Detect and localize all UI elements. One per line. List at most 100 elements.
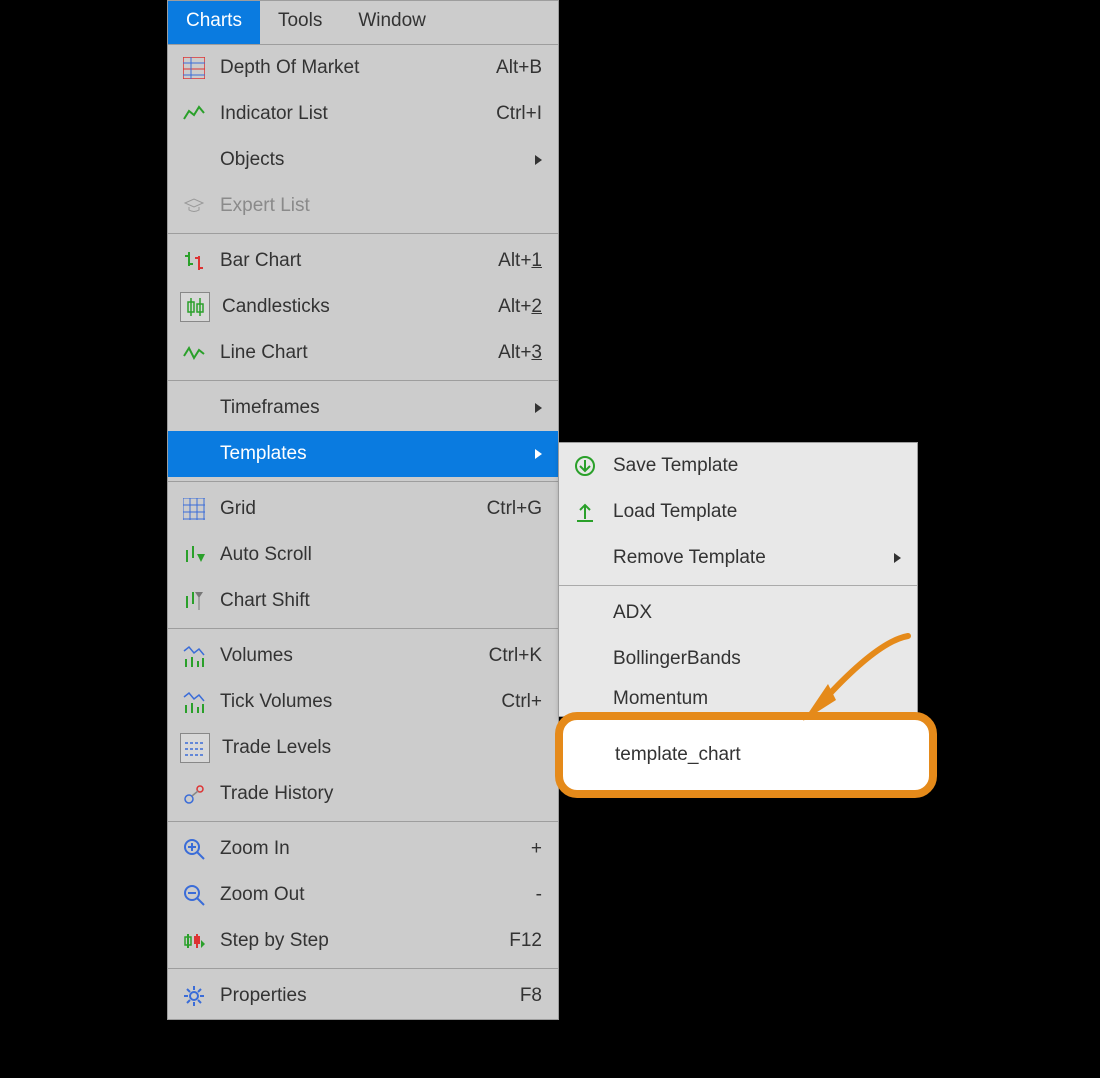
- gear-icon: [180, 982, 208, 1010]
- submenu-label: BollingerBands: [613, 648, 901, 670]
- menu-candlesticks[interactable]: Candlesticks Alt+2: [168, 284, 558, 330]
- menu-label: Timeframes: [220, 397, 527, 419]
- menu-shortcut: -: [536, 884, 542, 906]
- menu-label: Trade Levels: [222, 737, 542, 759]
- menu-label: Chart Shift: [220, 590, 542, 612]
- chart-shift-icon: [180, 587, 208, 615]
- step-by-step-icon: [180, 927, 208, 955]
- menu-label: Expert List: [220, 195, 542, 217]
- save-template-icon: [571, 452, 599, 480]
- submenu-load-template[interactable]: Load Template: [559, 489, 917, 535]
- zoom-in-icon: [180, 835, 208, 863]
- menu-chart-shift[interactable]: Chart Shift: [168, 578, 558, 624]
- menu-timeframes[interactable]: Timeframes: [168, 385, 558, 431]
- submenu-arrow-icon: [535, 403, 542, 413]
- menu-separator: [168, 233, 558, 234]
- volumes-icon: [180, 642, 208, 670]
- menu-label: Tick Volumes: [220, 691, 493, 713]
- spacer-icon: [180, 146, 208, 174]
- menu-label: Line Chart: [220, 342, 490, 364]
- expert-list-icon: [180, 192, 208, 220]
- menu-label: Candlesticks: [222, 296, 490, 318]
- menu-label: Grid: [220, 498, 479, 520]
- menu-shortcut: Ctrl+G: [487, 498, 542, 520]
- menu-shortcut: Ctrl+I: [496, 103, 542, 125]
- menu-shortcut: Ctrl+K: [489, 645, 542, 667]
- submenu-template-bollinger[interactable]: BollingerBands: [559, 636, 917, 682]
- charts-dropdown: Depth Of Market Alt+B Indicator List Ctr…: [167, 44, 559, 1020]
- depth-of-market-icon: [180, 54, 208, 82]
- submenu-arrow-icon: [535, 155, 542, 165]
- submenu-label: Load Template: [613, 501, 901, 523]
- submenu-arrow-icon: [894, 553, 901, 563]
- submenu-arrow-icon: [535, 449, 542, 459]
- submenu-template-adx[interactable]: ADX: [559, 590, 917, 636]
- menu-shortcut: Alt+1: [498, 250, 542, 272]
- menu-trade-levels[interactable]: Trade Levels: [168, 725, 558, 771]
- menu-separator: [168, 481, 558, 482]
- callout-highlight: template_chart: [555, 712, 937, 798]
- submenu-label: Remove Template: [613, 547, 886, 569]
- tick-volumes-icon: [180, 688, 208, 716]
- menu-step-by-step[interactable]: Step by Step F12: [168, 918, 558, 964]
- menu-grid[interactable]: Grid Ctrl+G: [168, 486, 558, 532]
- submenu-template-chart[interactable]: template_chart: [615, 744, 929, 766]
- submenu-label: ADX: [613, 602, 901, 624]
- spacer-icon: [571, 599, 599, 627]
- menu-label: Depth Of Market: [220, 57, 488, 79]
- spacer-icon: [180, 394, 208, 422]
- menubar-window[interactable]: Window: [340, 1, 444, 44]
- menu-trade-history[interactable]: Trade History: [168, 771, 558, 817]
- menu-objects[interactable]: Objects: [168, 137, 558, 183]
- indicator-list-icon: [180, 100, 208, 128]
- line-chart-icon: [180, 339, 208, 367]
- menu-zoom-out[interactable]: Zoom Out -: [168, 872, 558, 918]
- load-template-icon: [571, 498, 599, 526]
- menu-label: Indicator List: [220, 103, 488, 125]
- templates-submenu: Save Template Load Template Remove Templ…: [558, 442, 918, 717]
- menu-shortcut: Ctrl+: [501, 691, 542, 713]
- grid-icon: [180, 495, 208, 523]
- trade-history-icon: [180, 780, 208, 808]
- spacer-icon: [571, 544, 599, 572]
- menubar-charts[interactable]: Charts: [168, 1, 260, 44]
- menu-shortcut: Alt+B: [496, 57, 542, 79]
- menu-depth-of-market[interactable]: Depth Of Market Alt+B: [168, 45, 558, 91]
- submenu-label: Momentum: [613, 688, 901, 710]
- menu-indicator-list[interactable]: Indicator List Ctrl+I: [168, 91, 558, 137]
- menubar-tools[interactable]: Tools: [260, 1, 340, 44]
- menu-shortcut: F12: [509, 930, 542, 952]
- spacer-icon: [571, 645, 599, 673]
- menu-volumes[interactable]: Volumes Ctrl+K: [168, 633, 558, 679]
- menu-shortcut: F8: [520, 985, 542, 1007]
- menu-bar-chart[interactable]: Bar Chart Alt+1: [168, 238, 558, 284]
- menu-properties[interactable]: Properties F8: [168, 973, 558, 1019]
- menu-separator: [168, 968, 558, 969]
- menu-expert-list: Expert List: [168, 183, 558, 229]
- menu-label: Volumes: [220, 645, 481, 667]
- zoom-out-icon: [180, 881, 208, 909]
- menu-label: Objects: [220, 149, 527, 171]
- menu-separator: [168, 821, 558, 822]
- menu-auto-scroll[interactable]: Auto Scroll: [168, 532, 558, 578]
- submenu-label: Save Template: [613, 455, 901, 477]
- menu-separator: [168, 628, 558, 629]
- submenu-save-template[interactable]: Save Template: [559, 443, 917, 489]
- spacer-icon: [180, 440, 208, 468]
- menu-templates[interactable]: Templates: [168, 431, 558, 477]
- submenu-template-momentum[interactable]: Momentum: [559, 682, 917, 716]
- menu-zoom-in[interactable]: Zoom In +: [168, 826, 558, 872]
- menu-shortcut: +: [531, 838, 542, 860]
- menu-label: Bar Chart: [220, 250, 490, 272]
- submenu-remove-template[interactable]: Remove Template: [559, 535, 917, 581]
- spacer-icon: [571, 685, 599, 713]
- menu-tick-volumes[interactable]: Tick Volumes Ctrl+: [168, 679, 558, 725]
- menu-line-chart[interactable]: Line Chart Alt+3: [168, 330, 558, 376]
- menu-label: Step by Step: [220, 930, 501, 952]
- menu-label: Zoom Out: [220, 884, 528, 906]
- menu-shortcut: Alt+2: [498, 296, 542, 318]
- menu-label: Auto Scroll: [220, 544, 542, 566]
- menu-label: Properties: [220, 985, 512, 1007]
- menu-shortcut: Alt+3: [498, 342, 542, 364]
- menubar: Charts Tools Window: [167, 0, 559, 44]
